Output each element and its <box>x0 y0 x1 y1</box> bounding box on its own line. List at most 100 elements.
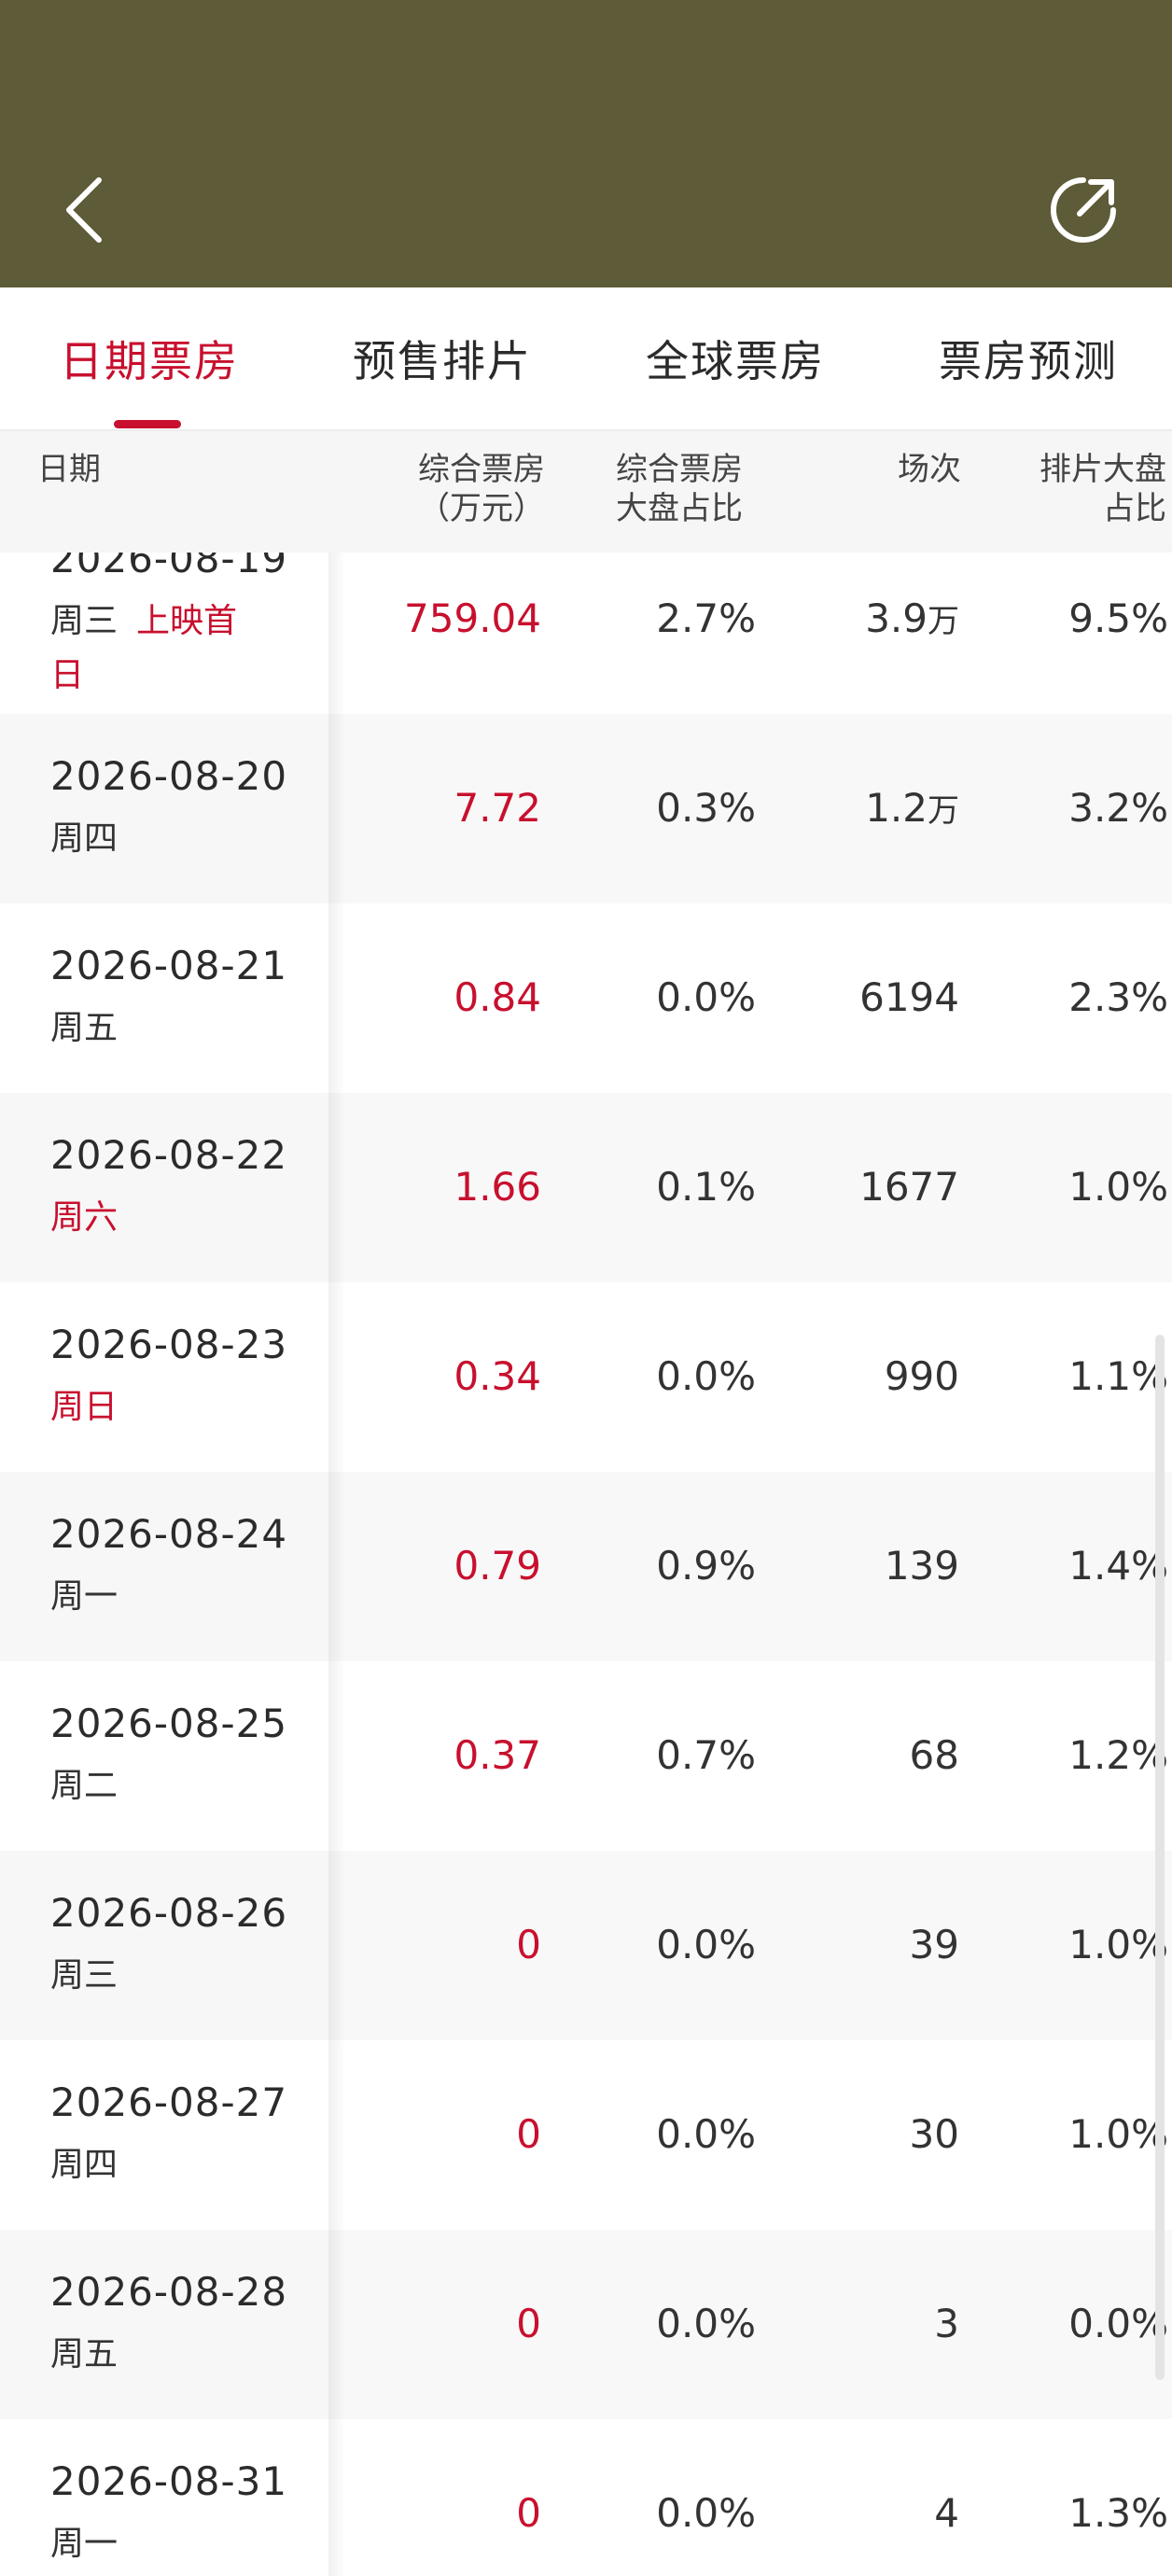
column-shadow <box>328 2230 345 2419</box>
header-schedule-line2: 占比 <box>1103 490 1166 527</box>
column-shadow <box>328 2419 345 2576</box>
weekday-label: 周三 <box>50 602 119 640</box>
row-date: 2026-08-28 <box>50 2269 288 2315</box>
row-shows: 39 <box>909 1922 959 1967</box>
table-row[interactable]: 2026-08-21 周五 0.84 0.0% 6194 2.3% <box>0 903 1172 1093</box>
column-shadow <box>328 2040 345 2230</box>
row-box-office: 759.04 <box>404 595 541 641</box>
row-schedule: 2.3% <box>1068 974 1168 1020</box>
row-box-office: 7.72 <box>453 785 541 831</box>
table-row[interactable]: 2026-08-26 周三 0 0.0% 39 1.0% <box>0 1851 1172 2040</box>
row-share: 0.9% <box>656 1543 756 1589</box>
table-row[interactable]: 2026-08-23 周日 0.34 0.0% 990 1.1% <box>0 1282 1172 1472</box>
column-shadow <box>328 1282 345 1472</box>
date-cell <box>0 1851 328 2040</box>
row-weekday: 周日 <box>50 1388 119 1426</box>
row-shows: 6194 <box>859 974 959 1020</box>
row-date: 2026-08-20 <box>50 753 288 799</box>
date-cell <box>0 2230 328 2419</box>
column-shadow <box>328 714 345 903</box>
date-cell <box>0 1093 328 1282</box>
row-schedule: 1.1% <box>1068 1353 1168 1399</box>
tab-bar: 日期票房 预售排片 全球票房 票房预测 <box>0 287 1172 431</box>
row-shows: 4 <box>934 2490 959 2536</box>
date-cell <box>0 2040 328 2230</box>
table-row[interactable]: 2026-08-31 周一 0 0.0% 4 1.3% <box>0 2419 1172 2576</box>
row-schedule: 1.0% <box>1068 2111 1168 2157</box>
header-schedule-line1: 排片大盘 <box>1039 451 1166 488</box>
row-shows: 1677 <box>859 1164 959 1210</box>
column-shadow <box>328 1661 345 1851</box>
table-row[interactable]: 2026-08-28 周五 0 0.0% 3 0.0% <box>0 2230 1172 2419</box>
share-button[interactable] <box>1041 168 1125 252</box>
header-box-office-line1: 综合票房 <box>418 451 545 488</box>
row-date: 2026-08-25 <box>50 1701 288 1746</box>
table-body[interactable]: 2026-08-19 周三 上映首 日 759.04 2.7% 3.9万 9.5%… <box>0 553 1172 2576</box>
row-date: 2026-08-21 <box>50 943 288 988</box>
table-row[interactable]: 2026-08-25 周二 0.37 0.7% 68 1.2% <box>0 1661 1172 1851</box>
header-box-office[interactable]: 综合票房 （万元） <box>373 450 545 528</box>
date-cell <box>0 1472 328 1661</box>
row-weekday: 周五 <box>50 2335 119 2373</box>
release-tag: 上映首 <box>136 602 238 640</box>
back-button[interactable] <box>47 168 121 252</box>
row-box-office: 1.66 <box>453 1164 541 1210</box>
row-date: 2026-08-22 <box>50 1132 288 1178</box>
row-weekday: 周五 <box>50 1009 119 1047</box>
row-box-office: 0 <box>516 1922 541 1967</box>
tab-presale-schedule[interactable]: 预售排片 <box>330 287 554 429</box>
row-shows: 3.9万 <box>802 595 959 645</box>
row-schedule: 1.0% <box>1068 1922 1168 1967</box>
row-box-office: 0.37 <box>453 1732 541 1778</box>
chevron-left-icon <box>66 177 102 243</box>
row-date: 2026-08-31 <box>50 2458 288 2504</box>
row-share: 2.7% <box>656 595 756 641</box>
table-row[interactable]: 2026-08-27 周四 0 0.0% 30 1.0% <box>0 2040 1172 2230</box>
shows-value: 1.2 <box>865 785 928 831</box>
row-schedule: 3.2% <box>1068 785 1168 831</box>
row-share: 0.0% <box>656 974 756 1020</box>
column-shadow <box>328 1472 345 1661</box>
row-date: 2026-08-27 <box>50 2079 288 2125</box>
row-box-office: 0.79 <box>453 1543 541 1589</box>
column-shadow <box>328 553 345 714</box>
row-weekday: 周三 上映首 <box>50 594 237 642</box>
row-box-office: 0.84 <box>453 974 541 1020</box>
date-cell <box>0 903 328 1093</box>
row-schedule: 1.2% <box>1068 1732 1168 1778</box>
date-cell <box>0 1661 328 1851</box>
row-share: 0.0% <box>656 1353 756 1399</box>
row-box-office: 0 <box>516 2490 541 2536</box>
header-share-line1: 综合票房 <box>616 451 743 488</box>
row-date: 2026-08-24 <box>50 1511 288 1557</box>
page-title <box>355 173 821 210</box>
row-date: 2026-08-19 <box>50 553 288 581</box>
header-box-office-line2: （万元） <box>418 490 545 527</box>
tab-daily-box-office[interactable]: 日期票房 <box>37 287 261 429</box>
row-shows: 30 <box>909 2111 959 2157</box>
row-box-office: 0.34 <box>453 1353 541 1399</box>
header-schedule[interactable]: 排片大盘 占比 <box>985 450 1166 528</box>
table-row[interactable]: 2026-08-20 周四 7.72 0.3% 1.2万 3.2% <box>0 714 1172 903</box>
tab-global-box-office[interactable]: 全球票房 <box>623 287 847 429</box>
release-tag-line2: 日 <box>50 656 85 694</box>
table-row[interactable]: 2026-08-24 周一 0.79 0.9% 139 1.4% <box>0 1472 1172 1661</box>
column-shadow <box>328 1851 345 2040</box>
app-root: 日期票房 预售排片 全球票房 票房预测 日期 综合票房 （万元） 综合票房 大盘… <box>0 0 1172 2576</box>
tab-box-office-forecast[interactable]: 票房预测 <box>916 287 1140 429</box>
table-row[interactable]: 2026-08-19 周三 上映首 日 759.04 2.7% 3.9万 9.5% <box>0 553 1172 714</box>
row-shows: 3 <box>934 2301 959 2346</box>
header-shows[interactable]: 场次 <box>821 450 961 489</box>
row-shows: 68 <box>909 1732 959 1778</box>
row-schedule: 1.0% <box>1068 1164 1168 1210</box>
row-schedule: 9.5% <box>1068 595 1168 641</box>
table-row[interactable]: 2026-08-22 周六 1.66 0.1% 1677 1.0% <box>0 1093 1172 1282</box>
row-weekday: 周一 <box>50 2525 119 2563</box>
header-share[interactable]: 综合票房 大盘占比 <box>616 450 784 528</box>
scrollbar[interactable] <box>1155 1335 1165 2380</box>
row-box-office: 0 <box>516 2111 541 2157</box>
row-weekday: 周三 <box>50 1956 119 1995</box>
row-weekday: 周二 <box>50 1767 119 1805</box>
row-weekday: 周一 <box>50 1577 119 1616</box>
row-share: 0.0% <box>656 1922 756 1967</box>
